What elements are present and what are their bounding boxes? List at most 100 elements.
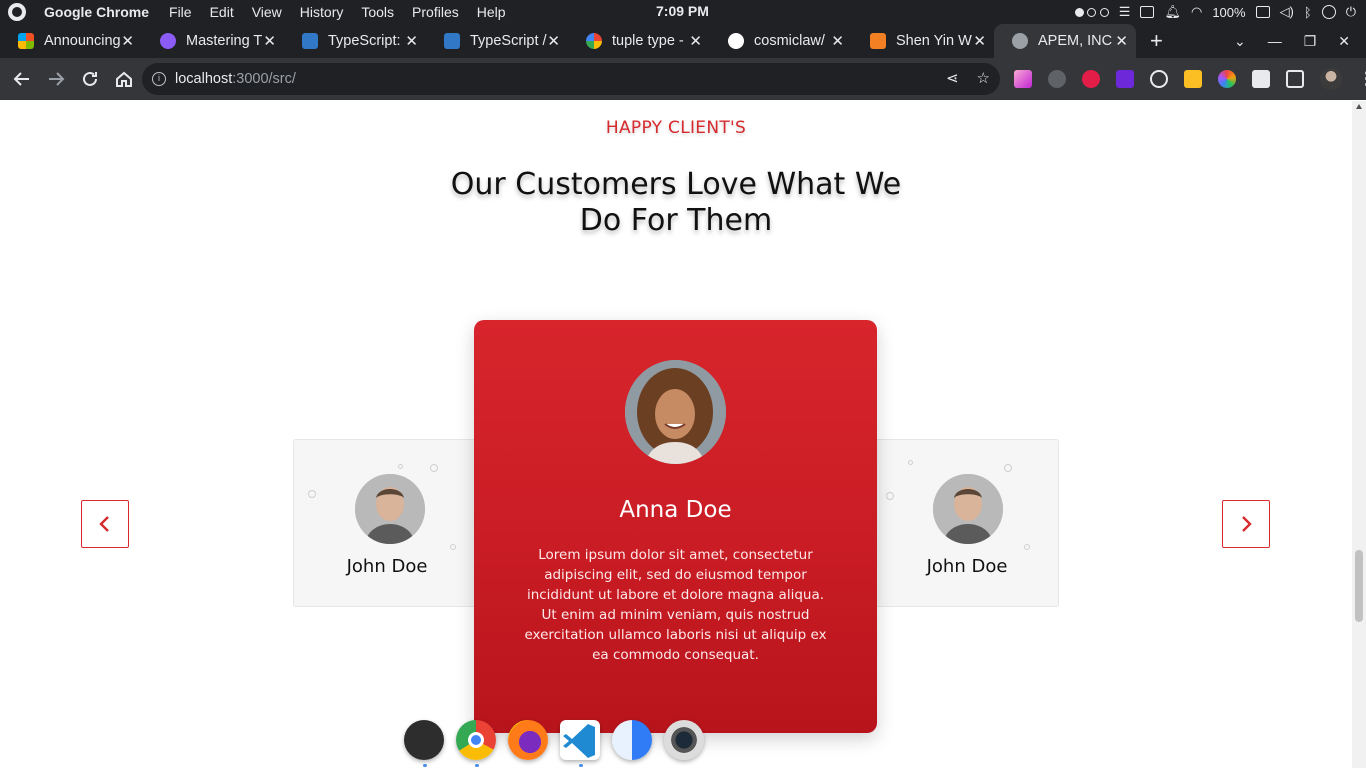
- reload-button[interactable]: [74, 63, 106, 95]
- wifi-icon[interactable]: ◠: [1191, 4, 1202, 20]
- udemy-favicon-icon: [160, 33, 176, 49]
- vue-extension-icon[interactable]: [1116, 70, 1134, 88]
- tab-mastering[interactable]: Mastering T ✕: [142, 24, 284, 58]
- restore-button[interactable]: ❐: [1304, 33, 1317, 50]
- bookmark-star-icon[interactable]: ☆: [977, 69, 990, 87]
- tab-typescript-2[interactable]: TypeScript / ✕: [426, 24, 568, 58]
- running-indicator: [475, 764, 479, 767]
- tab-tuple-type[interactable]: tuple type - ✕: [568, 24, 710, 58]
- tab-shen-yin[interactable]: Shen Yin W ✕: [852, 24, 994, 58]
- decor-circle: [1024, 544, 1030, 550]
- testimonial-card-right[interactable]: John Doe: [873, 439, 1059, 607]
- terminal-dock-icon[interactable]: [404, 720, 444, 767]
- side-panel-icon[interactable]: [1286, 70, 1304, 88]
- scrollbar-thumb[interactable]: [1355, 550, 1363, 622]
- close-tab-icon[interactable]: ✕: [263, 32, 276, 50]
- tab-announcing[interactable]: Announcing ✕: [0, 24, 142, 58]
- decor-circle: [398, 464, 403, 469]
- adblock-extension-icon[interactable]: [1082, 70, 1100, 88]
- testimonial-card-featured[interactable]: Anna Doe Lorem ipsum dolor sit amet, con…: [474, 320, 877, 733]
- tab-strip: Announcing ✕ Mastering T ✕ TypeScript: ✕…: [0, 24, 1366, 58]
- workspace-indicator[interactable]: [1074, 5, 1109, 20]
- home-icon: [116, 71, 132, 87]
- home-button[interactable]: [108, 63, 140, 95]
- folder-icon[interactable]: [1140, 6, 1155, 18]
- power-icon[interactable]: ⏻: [1346, 4, 1356, 20]
- list-icon[interactable]: ☰: [1119, 4, 1131, 20]
- close-tab-icon[interactable]: ✕: [689, 32, 702, 50]
- carousel-next-button[interactable]: [1222, 500, 1270, 548]
- new-tab-button[interactable]: +: [1150, 28, 1163, 54]
- tab-title: TypeScript:: [328, 33, 401, 49]
- tab-title: APEM, INC: [1038, 33, 1113, 49]
- menu-help[interactable]: Help: [477, 4, 506, 20]
- battery-percent[interactable]: 100%: [1212, 5, 1245, 20]
- url-path: :3000/src/: [232, 71, 296, 87]
- vscode-dock-icon[interactable]: [560, 720, 600, 767]
- gradient-extension-icon[interactable]: [1014, 70, 1032, 88]
- tab-search-icon[interactable]: ⌄: [1234, 33, 1246, 50]
- arrow-right-icon: [49, 72, 65, 86]
- color-extension-icon[interactable]: [1218, 70, 1236, 88]
- decor-circle: [430, 464, 438, 472]
- tab-typescript-1[interactable]: TypeScript: ✕: [284, 24, 426, 58]
- running-indicator: [579, 764, 583, 767]
- address-bar[interactable]: i localhost:3000/src/ ⋖ ☆: [142, 63, 1000, 95]
- globe-favicon-icon: [1012, 33, 1028, 49]
- avatar: [933, 474, 1003, 544]
- menu-edit[interactable]: Edit: [210, 4, 234, 20]
- back-button[interactable]: [6, 63, 38, 95]
- testimonial-card-left[interactable]: John Doe: [293, 439, 479, 607]
- user-icon[interactable]: [1321, 5, 1336, 19]
- puzzle-extensions-icon[interactable]: [1252, 70, 1270, 88]
- chrome-dock-icon[interactable]: [456, 720, 496, 767]
- arrow-left-icon: [13, 72, 29, 86]
- decor-circle: [908, 460, 913, 465]
- clock[interactable]: 7:09 PM: [656, 3, 709, 19]
- camera-dock-icon[interactable]: [664, 720, 704, 760]
- firefox-dock-icon[interactable]: [508, 720, 548, 760]
- man-portrait-icon: [355, 474, 425, 544]
- minimize-button[interactable]: —: [1268, 33, 1282, 49]
- stackoverflow-favicon-icon: [870, 33, 886, 49]
- app-name-menu[interactable]: Google Chrome: [44, 4, 149, 20]
- close-tab-icon[interactable]: ✕: [973, 32, 986, 50]
- site-info-icon[interactable]: i: [152, 72, 166, 86]
- section-headline: Our Customers Love What We Do For Them: [450, 167, 902, 238]
- tab-cosmiclaw[interactable]: cosmiclaw/ ✕: [710, 24, 852, 58]
- menu-history[interactable]: History: [300, 4, 344, 20]
- close-window-button[interactable]: ✕: [1338, 33, 1350, 50]
- os-logo-icon[interactable]: [8, 3, 26, 21]
- share-icon[interactable]: ⋖: [946, 69, 959, 87]
- target-extension-icon[interactable]: [1150, 70, 1168, 88]
- scroll-up-arrow-icon[interactable]: [1356, 104, 1362, 109]
- bluetooth-icon[interactable]: ᛒ: [1304, 5, 1312, 20]
- google-favicon-icon: [586, 33, 602, 49]
- typescript-favicon-icon: [444, 33, 460, 49]
- close-tab-icon[interactable]: ✕: [121, 32, 134, 50]
- close-tab-icon[interactable]: ✕: [405, 32, 418, 50]
- github-favicon-icon: [728, 33, 744, 49]
- spy-extension-icon[interactable]: [1048, 70, 1066, 88]
- menu-file[interactable]: File: [169, 4, 192, 20]
- carousel-prev-button[interactable]: [81, 500, 129, 548]
- close-tab-icon[interactable]: ✕: [1115, 32, 1128, 50]
- menu-tools[interactable]: Tools: [361, 4, 394, 20]
- system-tray: ☰ 🔔︎ ◠ 100% ◁) ᛒ ⏻: [1074, 0, 1356, 24]
- close-tab-icon[interactable]: ✕: [547, 32, 560, 50]
- bell-icon[interactable]: 🔔︎: [1164, 4, 1181, 20]
- finder-dock-icon[interactable]: [612, 720, 652, 760]
- menu-view[interactable]: View: [252, 4, 282, 20]
- extensions-area: ⋮: [1014, 68, 1366, 90]
- menu-kebab-icon[interactable]: ⋮: [1358, 69, 1366, 89]
- menu-profiles[interactable]: Profiles: [412, 4, 459, 20]
- profile-avatar[interactable]: [1320, 68, 1342, 90]
- forward-button[interactable]: [40, 63, 72, 95]
- tab-apem-inc[interactable]: APEM, INC ✕: [994, 24, 1136, 58]
- tab-title: tuple type -: [612, 33, 684, 49]
- os-menu-bar: Google Chrome File Edit View History Too…: [0, 0, 1366, 24]
- close-tab-icon[interactable]: ✕: [831, 32, 844, 50]
- page-scrollbar[interactable]: [1352, 101, 1366, 768]
- volume-icon[interactable]: ◁): [1280, 4, 1294, 20]
- notes-extension-icon[interactable]: [1184, 70, 1202, 88]
